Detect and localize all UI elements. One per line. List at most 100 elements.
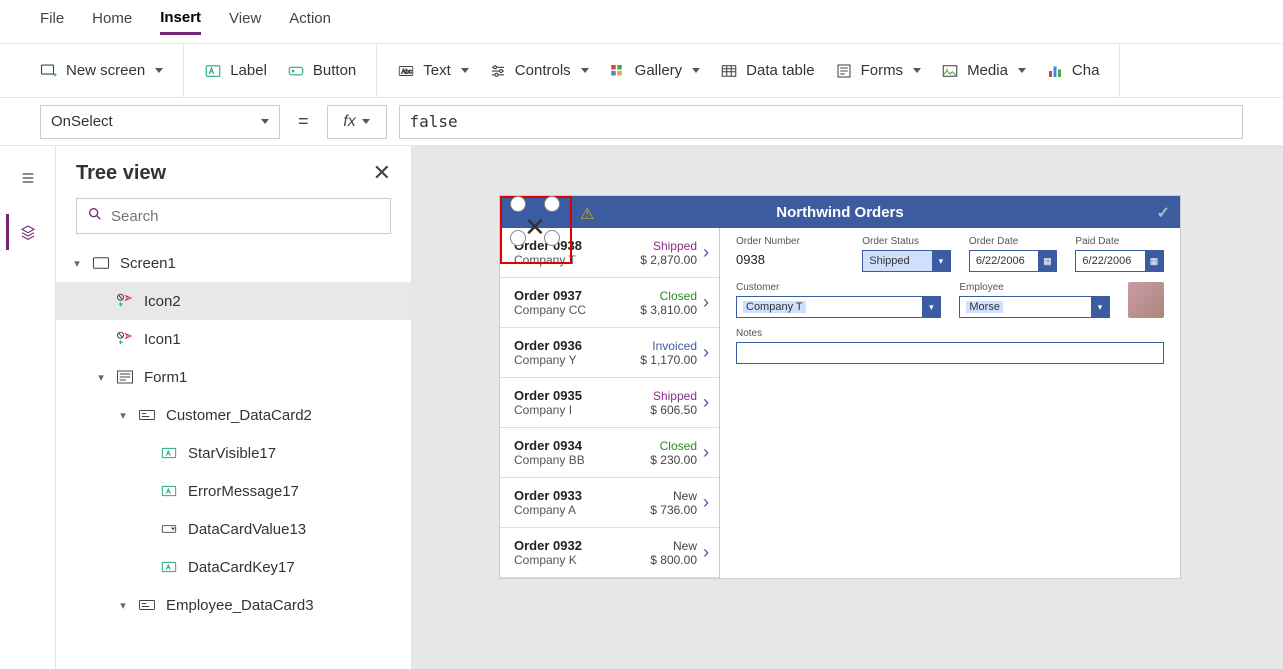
app-title: Northwind Orders xyxy=(776,204,904,221)
media-button[interactable]: Media xyxy=(941,62,1026,80)
search-input[interactable] xyxy=(111,208,380,225)
order-gallery[interactable]: Order 0938Company TShipped$ 2,870.00›Ord… xyxy=(500,228,720,578)
notes-label: Notes xyxy=(736,328,1164,339)
order-title: Order 0936 xyxy=(514,338,606,353)
employee-dropdown[interactable]: Morse▾ xyxy=(959,296,1110,318)
tree-scroll[interactable]: ▾ Screen1 Icon2 Icon1 ▾ Form1 ▾ xyxy=(56,244,411,669)
property-dropdown[interactable]: OnSelect xyxy=(40,105,280,139)
fx-button[interactable]: fx xyxy=(327,105,387,139)
warning-icon[interactable]: ⚠ xyxy=(580,204,594,224)
tree-node-icon2[interactable]: Icon2 xyxy=(56,282,411,320)
order-status: New xyxy=(606,489,698,503)
menu-tab-file[interactable]: File xyxy=(40,10,64,33)
order-date-picker[interactable]: 6/22/2006▦ xyxy=(969,250,1058,272)
charts-button[interactable]: Cha xyxy=(1046,62,1100,80)
menu-tab-home[interactable]: Home xyxy=(92,10,132,33)
expander-icon[interactable]: ▾ xyxy=(72,257,82,270)
label-icon xyxy=(158,446,180,460)
expander-icon[interactable]: ▾ xyxy=(118,409,128,422)
gallery-label: Gallery xyxy=(635,62,683,79)
order-list-item[interactable]: Order 0937Company CCClosed$ 3,810.00› xyxy=(500,278,719,328)
tree-node-errormessage[interactable]: ErrorMessage17 xyxy=(56,472,411,510)
property-value: OnSelect xyxy=(51,113,113,130)
gallery-icon xyxy=(609,62,627,80)
order-status: Invoiced xyxy=(606,339,698,353)
order-company: Company CC xyxy=(514,303,606,317)
forms-button[interactable]: Forms xyxy=(835,62,922,80)
calendar-icon: ▦ xyxy=(1038,251,1056,271)
text-icon: Abc xyxy=(397,62,415,80)
expander-icon[interactable]: ▾ xyxy=(118,599,128,612)
chevron-down-icon xyxy=(913,68,921,73)
tree-label: ErrorMessage17 xyxy=(188,483,299,500)
order-company: Company A xyxy=(514,503,606,517)
resize-handle[interactable] xyxy=(544,230,560,246)
customer-dropdown[interactable]: Company T▾ xyxy=(736,296,941,318)
menu-tab-action[interactable]: Action xyxy=(289,10,331,33)
search-box[interactable] xyxy=(76,198,391,234)
tree-node-customer-datacard[interactable]: ▾ Customer_DataCard2 xyxy=(56,396,411,434)
canvas[interactable]: Northwind Orders ✓ ✕ ⚠ Order 0938Company… xyxy=(412,146,1283,669)
data-table-button[interactable]: Data table xyxy=(720,62,814,80)
checkmark-icon[interactable]: ✓ xyxy=(1157,203,1170,223)
gallery-button[interactable]: Gallery xyxy=(609,62,701,80)
order-amount: $ 736.00 xyxy=(606,503,698,517)
rail-hamburger[interactable] xyxy=(8,160,48,196)
order-amount: $ 800.00 xyxy=(606,553,698,567)
controls-button[interactable]: Controls xyxy=(489,62,589,80)
menu-tab-view[interactable]: View xyxy=(229,10,261,33)
chevron-down-icon xyxy=(261,119,269,124)
paid-date-picker[interactable]: 6/22/2006▦ xyxy=(1075,250,1164,272)
close-icon[interactable]: ✕ xyxy=(373,160,391,186)
tree-view-title: Tree view xyxy=(76,162,166,185)
order-title: Order 0933 xyxy=(514,488,606,503)
dropdown-icon xyxy=(158,522,180,536)
employee-label: Employee xyxy=(959,282,1110,293)
tree-node-datacardkey[interactable]: DataCardKey17 xyxy=(56,548,411,586)
order-company: Company K xyxy=(514,553,606,567)
label-label: Label xyxy=(230,62,267,79)
order-amount: $ 606.50 xyxy=(606,403,698,417)
label-icon xyxy=(158,560,180,574)
cancel-icon[interactable]: ✕ xyxy=(524,212,546,243)
menu-tab-insert[interactable]: Insert xyxy=(160,9,201,35)
app-preview[interactable]: Northwind Orders ✓ ✕ ⚠ Order 0938Company… xyxy=(500,196,1180,578)
controls-icon xyxy=(489,62,507,80)
resize-handle[interactable] xyxy=(544,196,560,212)
cancel-send-icon xyxy=(114,293,136,309)
button-button[interactable]: Button xyxy=(287,62,356,80)
new-screen-button[interactable]: New screen xyxy=(40,62,163,80)
tree-node-screen1[interactable]: ▾ Screen1 xyxy=(56,244,411,282)
svg-text:Abc: Abc xyxy=(402,69,412,75)
order-status-label: Order Status xyxy=(862,236,951,247)
tree-node-starvisible[interactable]: StarVisible17 xyxy=(56,434,411,472)
order-status-dropdown[interactable]: Shipped▾ xyxy=(862,250,951,272)
label-button[interactable]: Label xyxy=(204,62,267,80)
chevron-down-icon xyxy=(692,68,700,73)
media-label: Media xyxy=(967,62,1008,79)
tree-label: StarVisible17 xyxy=(188,445,276,462)
order-list-item[interactable]: Order 0934Company BBClosed$ 230.00› xyxy=(500,428,719,478)
tree-node-icon1[interactable]: Icon1 xyxy=(56,320,411,358)
resize-handle[interactable] xyxy=(510,196,526,212)
rail-tree-view[interactable] xyxy=(6,214,46,250)
employee-avatar xyxy=(1128,282,1164,318)
tree-view-panel: Tree view ✕ ▾ Screen1 Icon2 xyxy=(56,146,412,669)
tree-node-form1[interactable]: ▾ Form1 xyxy=(56,358,411,396)
order-list-item[interactable]: Order 0932Company KNew$ 800.00› xyxy=(500,528,719,578)
text-button[interactable]: Abc Text xyxy=(397,62,469,80)
charts-label: Cha xyxy=(1072,62,1100,79)
order-amount: $ 230.00 xyxy=(606,453,698,467)
tree-node-employee-datacard[interactable]: ▾ Employee_DataCard3 xyxy=(56,586,411,624)
tree-label: Employee_DataCard3 xyxy=(166,597,314,614)
layers-icon xyxy=(20,224,36,240)
order-list-item[interactable]: Order 0936Company YInvoiced$ 1,170.00› xyxy=(500,328,719,378)
notes-input[interactable] xyxy=(736,342,1164,364)
order-list-item[interactable]: Order 0935Company IShipped$ 606.50› xyxy=(500,378,719,428)
selection-overlay[interactable]: ✕ xyxy=(500,196,572,264)
order-list-item[interactable]: Order 0933Company ANew$ 736.00› xyxy=(500,478,719,528)
expander-icon[interactable]: ▾ xyxy=(96,371,106,384)
chevron-down-icon xyxy=(1018,68,1026,73)
formula-input[interactable] xyxy=(399,105,1243,139)
tree-node-datacardvalue[interactable]: DataCardValue13 xyxy=(56,510,411,548)
